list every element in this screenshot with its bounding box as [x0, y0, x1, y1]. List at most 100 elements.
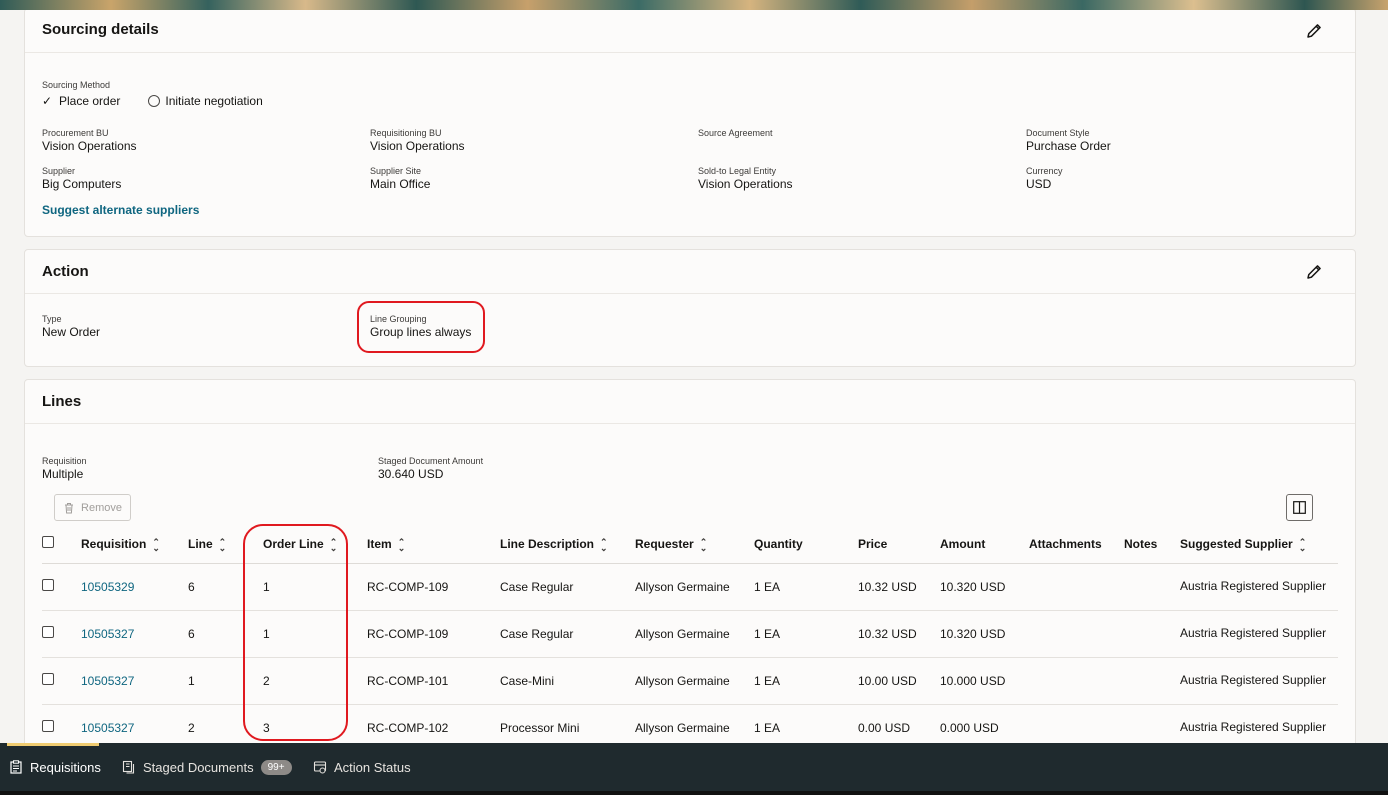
- requisition-link[interactable]: 10505329: [81, 580, 134, 594]
- lines-table: Requisition ⌃ ⌄ Line ⌃ ⌄ Order Line ⌃ ⌄ Item ⌃ ⌄…: [42, 525, 1338, 743]
- order-line-cell: 3: [263, 704, 367, 743]
- suggest-alternate-suppliers-link[interactable]: Suggest alternate suppliers: [42, 203, 199, 217]
- document-style-value: Purchase Order: [1026, 139, 1111, 153]
- price-cell: 0.00 USD: [858, 704, 940, 743]
- supplier-cell: Austria Registered Supplier: [1180, 704, 1338, 743]
- sort-icon: ⌃ ⌄: [699, 536, 708, 553]
- sort-icon: ⌃ ⌄: [218, 536, 227, 553]
- price-cell: 10.32 USD: [858, 610, 940, 658]
- action-title: Action: [42, 263, 89, 280]
- columns-icon: [1293, 501, 1306, 514]
- table-row[interactable]: 10505329 6 1 RC-COMP-109 Case Regular Al…: [42, 563, 1338, 611]
- order-line-cell: 1: [263, 563, 367, 611]
- attachments-cell: [1029, 610, 1124, 658]
- main-content[interactable]: Sourcing details Sourcing Method ✓ Place…: [0, 10, 1388, 743]
- supplier-cell: Austria Registered Supplier: [1180, 610, 1338, 658]
- trash-icon: [65, 502, 74, 513]
- attachments-cell: [1029, 704, 1124, 743]
- remove-button-label: Remove: [81, 501, 122, 514]
- documents-icon: [122, 760, 135, 774]
- line-grouping-value: Group lines always: [370, 325, 472, 339]
- staged-document-amount-label: Staged Document Amount: [378, 456, 484, 466]
- requisition-label: Requisition: [42, 456, 87, 466]
- procurement-bu-value: Vision Operations: [42, 139, 137, 153]
- tab-action-status[interactable]: Action Status: [313, 743, 411, 791]
- col-suggested-supplier[interactable]: Suggested Supplier ⌃ ⌄: [1180, 525, 1338, 564]
- checkmark-icon: ✓: [42, 94, 53, 108]
- requisition-link[interactable]: 10505327: [81, 721, 134, 735]
- initiate-negotiation-option[interactable]: Initiate negotiation: [165, 94, 262, 108]
- table-row[interactable]: 10505327 2 3 RC-COMP-102 Processor Mini …: [42, 704, 1338, 743]
- status-icon: [313, 761, 327, 774]
- select-all-header: [42, 525, 81, 564]
- col-requester[interactable]: Requester ⌃ ⌄: [635, 525, 754, 564]
- columns-toggle-button[interactable]: [1286, 494, 1313, 521]
- description-cell: Case Regular: [500, 610, 635, 658]
- type-value: New Order: [42, 325, 101, 339]
- supplier-label: Supplier: [42, 166, 76, 176]
- line-grouping-label: Line Grouping: [370, 314, 427, 324]
- col-item[interactable]: Item ⌃ ⌄: [367, 525, 500, 564]
- sold-to-legal-entity-label: Sold-to Legal Entity: [698, 166, 777, 176]
- item-cell: RC-COMP-102: [367, 704, 500, 743]
- requisitioning-bu-value: Vision Operations: [370, 139, 465, 153]
- requester-cell: Allyson Germaine: [635, 610, 754, 658]
- quantity-cell: 1 EA: [754, 657, 858, 705]
- action-header: Action: [25, 250, 1355, 294]
- source-agreement-label: Source Agreement: [698, 128, 773, 138]
- notes-cell: [1124, 657, 1180, 705]
- col-requisition[interactable]: Requisition ⌃ ⌄: [81, 525, 188, 564]
- row-checkbox[interactable]: [42, 626, 54, 638]
- item-cell: RC-COMP-101: [367, 657, 500, 705]
- tab-staged-documents[interactable]: Staged Documents 99+: [122, 743, 292, 791]
- lines-title: Lines: [42, 393, 82, 410]
- edit-sourcing-pencil-icon[interactable]: [1303, 20, 1325, 42]
- table-row[interactable]: 10505327 6 1 RC-COMP-109 Case Regular Al…: [42, 610, 1338, 658]
- row-checkbox[interactable]: [42, 720, 54, 732]
- amount-cell: 10.000 USD: [940, 657, 1029, 705]
- select-all-checkbox[interactable]: [42, 536, 54, 549]
- amount-cell: 10.320 USD: [940, 563, 1029, 611]
- col-line-description[interactable]: Line Description ⌃ ⌄: [500, 525, 635, 564]
- notes-cell: [1124, 610, 1180, 658]
- sourcing-details-title: Sourcing details: [42, 21, 159, 38]
- requisition-link[interactable]: 10505327: [81, 627, 134, 641]
- sourcing-method-options: ✓ Place order Initiate negotiation: [42, 94, 263, 108]
- col-order-line[interactable]: Order Line ⌃ ⌄: [263, 525, 367, 564]
- col-attachments: Attachments: [1029, 525, 1124, 564]
- description-cell: Processor Mini: [500, 704, 635, 743]
- requester-cell: Allyson Germaine: [635, 704, 754, 743]
- row-checkbox[interactable]: [42, 579, 54, 591]
- table-row[interactable]: 10505327 1 2 RC-COMP-101 Case-Mini Allys…: [42, 657, 1338, 705]
- currency-value: USD: [1026, 177, 1052, 191]
- col-quantity: Quantity: [754, 525, 858, 564]
- sourcing-details-header: Sourcing details: [25, 10, 1355, 53]
- staged-document-amount-value: 30.640 USD: [378, 467, 444, 481]
- sort-icon: ⌃ ⌄: [1298, 536, 1307, 553]
- edit-action-pencil-icon[interactable]: [1303, 261, 1325, 283]
- row-checkbox[interactable]: [42, 673, 54, 685]
- notes-cell: [1124, 563, 1180, 611]
- price-cell: 10.00 USD: [858, 657, 940, 705]
- requisition-link[interactable]: 10505327: [81, 674, 134, 688]
- tab-requisitions[interactable]: Requisitions: [7, 743, 101, 791]
- line-cell: 2: [188, 704, 263, 743]
- requester-cell: Allyson Germaine: [635, 563, 754, 611]
- currency-label: Currency: [1026, 166, 1063, 176]
- tab-staged-documents-label: Staged Documents: [143, 759, 254, 775]
- requisition-value: Multiple: [42, 467, 84, 481]
- remove-button[interactable]: Remove: [54, 494, 131, 521]
- col-line[interactable]: Line ⌃ ⌄: [188, 525, 263, 564]
- initiate-negotiation-radio[interactable]: [148, 95, 161, 107]
- lines-card: Lines Requisition Multiple Staged Docume…: [24, 379, 1356, 743]
- table-header-row: Requisition ⌃ ⌄ Line ⌃ ⌄ Order Line ⌃ ⌄ Item ⌃ ⌄…: [42, 525, 1338, 564]
- place-order-option[interactable]: Place order: [59, 94, 120, 108]
- order-line-cell: 1: [263, 610, 367, 658]
- quantity-cell: 1 EA: [754, 704, 858, 743]
- sort-icon: ⌃ ⌄: [329, 536, 338, 553]
- price-cell: 10.32 USD: [858, 563, 940, 611]
- type-label: Type: [42, 314, 62, 324]
- amount-cell: 0.000 USD: [940, 704, 1029, 743]
- requisitioning-bu-label: Requisitioning BU: [370, 128, 442, 138]
- attachments-cell: [1029, 563, 1124, 611]
